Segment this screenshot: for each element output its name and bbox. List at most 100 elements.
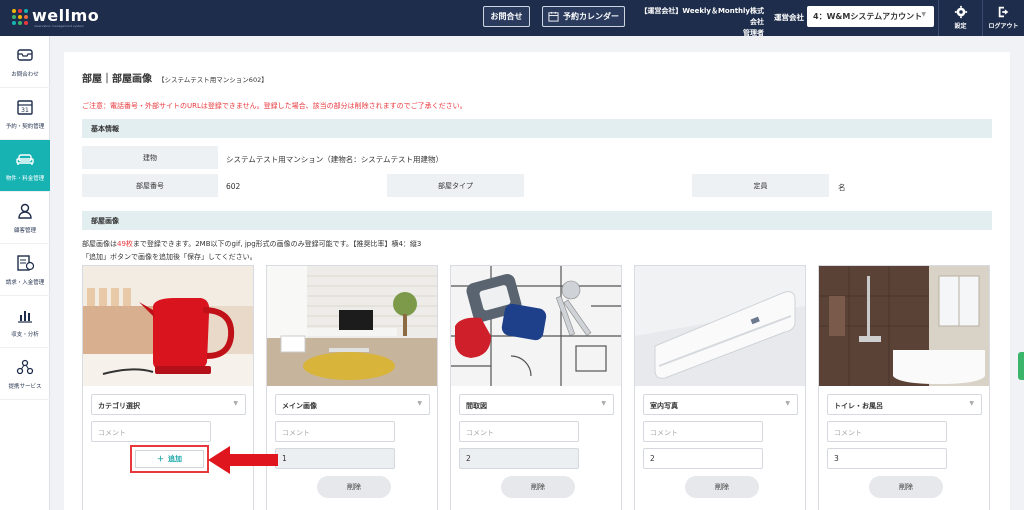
display-order-input[interactable]: 1 bbox=[275, 448, 395, 469]
image-card-interior: 室内写真 ▼ コメント 2 削除 bbox=[634, 265, 806, 510]
annotation-arrow-icon bbox=[208, 446, 278, 474]
living-room-photo bbox=[267, 266, 437, 386]
category-select[interactable]: メイン画像 ▼ bbox=[275, 394, 430, 415]
logo-subtitle: reservation management system bbox=[34, 24, 84, 28]
sidebar-item-label: 予約・契約管理 bbox=[5, 124, 45, 130]
category-select[interactable]: カテゴリ選択 ▼ bbox=[91, 394, 246, 415]
sidebar-item-label: お問合わせ bbox=[11, 72, 39, 78]
sidebar-item-billing[interactable]: 請求・入金管理 bbox=[0, 244, 50, 296]
company-info: 【運営会社】Weekly＆Monthly株式会社 管理者 bbox=[636, 6, 764, 39]
chevron-down-icon: ▼ bbox=[233, 400, 238, 407]
image-info-text: 部屋画像は49枚まで登録できます。2MB以下のgif, jpg形式の画像のみ登録… bbox=[82, 239, 421, 249]
comment-input[interactable]: コメント bbox=[459, 421, 579, 442]
mail-icon bbox=[17, 49, 33, 61]
operator-select-value: 4：W&Mシステムアカウント bbox=[813, 12, 923, 21]
add-button-highlight: ＋ 追加 bbox=[130, 445, 209, 473]
user-role: 管理者 bbox=[743, 29, 764, 37]
air-conditioner-photo bbox=[635, 266, 805, 386]
comment-input[interactable]: コメント bbox=[643, 421, 763, 442]
comment-input[interactable]: コメント bbox=[91, 421, 211, 442]
sidebar-item-reservations[interactable]: 31 予約・契約管理 bbox=[0, 88, 50, 140]
image-card-main: メイン画像 ▼ コメント 1 削除 bbox=[266, 265, 438, 510]
svg-text:31: 31 bbox=[21, 107, 29, 114]
bed-icon bbox=[16, 154, 34, 165]
invoice-icon bbox=[17, 255, 34, 271]
image-card-bathroom: トイレ・お風呂 ▼ コメント 3 削除 bbox=[818, 265, 990, 510]
delete-button[interactable]: 削除 bbox=[501, 476, 575, 498]
sidebar-item-customers[interactable]: 顧客管理 bbox=[0, 192, 50, 244]
network-icon bbox=[16, 359, 34, 375]
sidebar-item-label: 提携サービス bbox=[8, 384, 42, 390]
sidebar-item-analysis[interactable]: 収支・分析 bbox=[0, 296, 50, 348]
delete-button[interactable]: 削除 bbox=[317, 476, 391, 498]
category-select-value: メイン画像 bbox=[282, 402, 317, 410]
settings-button[interactable]: 設定 bbox=[938, 0, 982, 36]
sidebar-item-inquiries[interactable]: お問合わせ bbox=[0, 36, 50, 88]
operator-select[interactable]: 4：W&Mシステムアカウント ▼ bbox=[807, 6, 934, 27]
sidebar-item-label: 顧客管理 bbox=[13, 228, 36, 234]
chevron-down-icon: ▼ bbox=[969, 400, 974, 407]
logout-button[interactable]: ログアウト bbox=[982, 0, 1024, 36]
category-select[interactable]: 間取図 ▼ bbox=[459, 394, 614, 415]
display-order-input[interactable]: 2 bbox=[459, 448, 579, 469]
image-card-floorplan: 間取図 ▼ コメント 2 削除 bbox=[450, 265, 622, 510]
sidebar-item-label: 請求・入金管理 bbox=[5, 280, 45, 286]
page-title-text: 部屋｜部屋画像 bbox=[82, 74, 152, 85]
building-value: システムテスト用マンション（建物名：システムテスト用建物） bbox=[226, 155, 444, 164]
category-select-value: 間取図 bbox=[466, 402, 487, 410]
company-name: 【運営会社】Weekly＆Monthly株式会社 bbox=[640, 7, 764, 26]
sidebar-item-label: 収支・分析 bbox=[11, 332, 39, 338]
display-order-input[interactable]: 2 bbox=[643, 448, 763, 469]
delete-button[interactable]: 削除 bbox=[869, 476, 943, 498]
category-select-value: カテゴリ選択 bbox=[98, 402, 140, 410]
chart-icon bbox=[18, 311, 32, 323]
user-icon bbox=[18, 203, 32, 219]
room-type-label: 部屋タイプ bbox=[387, 174, 524, 197]
calendar-button-label: 予約カレンダー bbox=[563, 12, 619, 21]
contact-button-label: お問合せ bbox=[490, 12, 523, 21]
chevron-down-icon: ▼ bbox=[785, 400, 790, 407]
warning-message: ご注意：電話番号・外部サイトのURLは登録できません。登録した場合、該当の部分は… bbox=[82, 102, 467, 110]
logo-dots-icon bbox=[12, 9, 28, 25]
logout-icon bbox=[998, 6, 1008, 18]
capacity-label: 定員 bbox=[692, 174, 829, 197]
bathroom-photo bbox=[819, 266, 989, 386]
settings-label: 設定 bbox=[954, 23, 967, 30]
feedback-tab[interactable] bbox=[1018, 352, 1024, 380]
reservation-calendar-button[interactable]: 予約カレンダー bbox=[542, 6, 625, 27]
category-select[interactable]: トイレ・お風呂 ▼ bbox=[827, 394, 982, 415]
room-images-section-header: 部屋画像 bbox=[82, 211, 992, 230]
contact-button[interactable]: お問合せ bbox=[483, 6, 530, 27]
page-subtitle: 【システムテスト用マンション602】 bbox=[158, 76, 268, 84]
kettle-photo bbox=[83, 266, 253, 386]
sidebar-item-partner-services[interactable]: 提携サービス bbox=[0, 348, 50, 400]
category-select-value: 室内写真 bbox=[650, 402, 678, 410]
room-number-label: 部屋番号 bbox=[82, 174, 218, 197]
chevron-down-icon: ▼ bbox=[921, 11, 926, 18]
building-label: 建物 bbox=[82, 146, 218, 169]
comment-input[interactable]: コメント bbox=[275, 421, 395, 442]
logo-text: wellmo bbox=[32, 6, 100, 25]
page-title: 部屋｜部屋画像 【システムテスト用マンション602】 bbox=[82, 70, 268, 85]
operator-label: 運営会社 bbox=[774, 13, 804, 22]
capacity-value: 名 bbox=[838, 183, 846, 192]
logout-label: ログアウト bbox=[988, 23, 1019, 30]
category-select[interactable]: 室内写真 ▼ bbox=[643, 394, 798, 415]
floorplan-photo bbox=[451, 266, 621, 386]
comment-input[interactable]: コメント bbox=[827, 421, 947, 442]
add-image-button[interactable]: ＋ 追加 bbox=[135, 450, 204, 468]
top-header: wellmo reservation management system お問合… bbox=[0, 0, 1024, 39]
display-order-input[interactable]: 3 bbox=[827, 448, 947, 469]
info-suffix: まで登録できます。2MB以下のgif, jpg形式の画像のみ登録可能です。【推奨… bbox=[132, 240, 422, 248]
sidebar: お問合わせ 31 予約・契約管理 物件・料金管理 顧客管理 請求・入金管理 収支… bbox=[0, 36, 50, 510]
delete-button[interactable]: 削除 bbox=[685, 476, 759, 498]
category-select-value: トイレ・お風呂 bbox=[834, 402, 883, 410]
main-content: 部屋｜部屋画像 【システムテスト用マンション602】 ご注意：電話番号・外部サイト… bbox=[64, 52, 1010, 510]
plus-icon: ＋ bbox=[157, 455, 164, 463]
room-number-value: 602 bbox=[226, 182, 241, 191]
info-count: 49枚 bbox=[117, 240, 133, 248]
calendar-icon: 31 bbox=[17, 100, 33, 115]
chevron-down-icon: ▼ bbox=[601, 400, 606, 407]
sidebar-item-properties[interactable]: 物件・料金管理 bbox=[0, 140, 50, 192]
basic-info-section-header: 基本情報 bbox=[82, 119, 992, 138]
